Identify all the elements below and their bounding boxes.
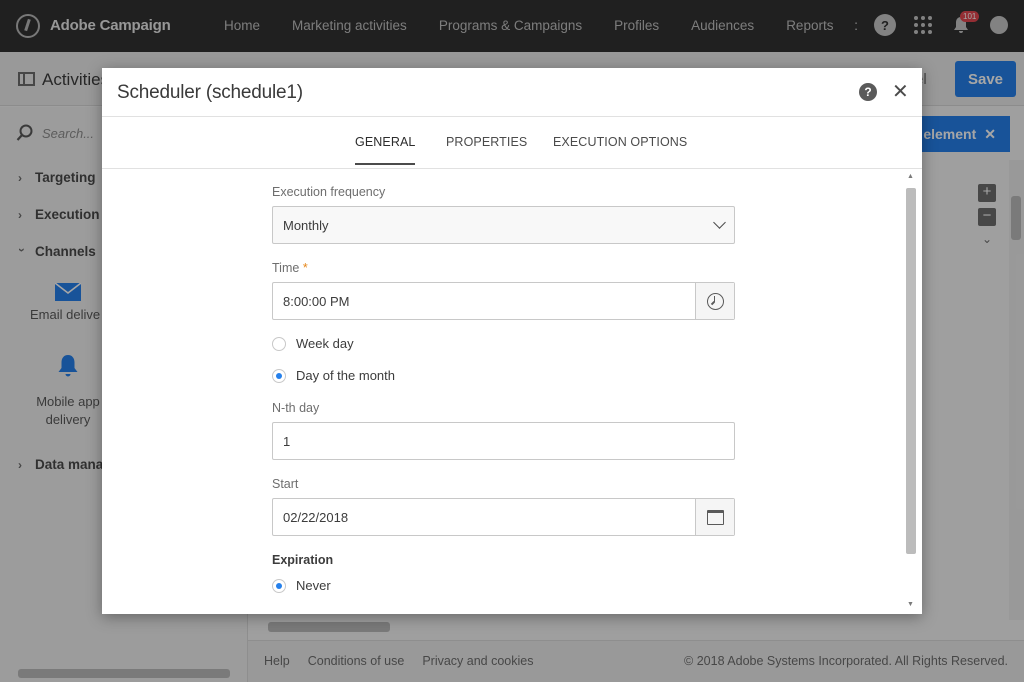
execution-frequency-select[interactable]: Monthly — [272, 206, 735, 244]
scroll-down-icon[interactable]: ▼ — [907, 601, 914, 608]
dialog-title: Scheduler (schedule1) — [117, 82, 303, 103]
start-date-value: 02/22/2018 — [283, 509, 349, 525]
close-icon[interactable]: ✕ — [892, 79, 909, 104]
expiration-heading: Expiration — [272, 553, 334, 567]
radio-button[interactable] — [272, 336, 286, 351]
required-mark: * — [302, 261, 308, 275]
radio-day-of-month[interactable]: Day of the month — [272, 368, 395, 383]
execution-frequency-value: Monthly — [283, 217, 329, 233]
time-value: 8:00:00 PM — [283, 293, 350, 309]
calendar-icon — [706, 509, 724, 525]
start-label: Start — [272, 477, 299, 491]
date-picker-button[interactable] — [695, 499, 734, 535]
dialog-header: Scheduler (schedule1) ? ✕ — [102, 68, 922, 117]
time-picker-button[interactable] — [695, 283, 734, 319]
time-label: Time * — [272, 261, 308, 275]
nth-day-input[interactable]: 1 — [272, 422, 735, 460]
dialog-scrollbar[interactable]: ▲ ▼ — [904, 173, 918, 610]
radio-label: Day of the month — [296, 368, 395, 383]
nth-day-label: N-th day — [272, 401, 320, 415]
radio-label: Never — [296, 578, 331, 593]
nth-day-value: 1 — [283, 433, 291, 449]
scheduler-dialog: Scheduler (schedule1) ? ✕ GENERAL PROPER… — [102, 68, 922, 614]
radio-week-day[interactable]: Week day — [272, 336, 354, 351]
radio-expiration-never[interactable]: Never — [272, 578, 331, 593]
scroll-up-icon[interactable]: ▲ — [907, 173, 914, 180]
radio-label: Week day — [296, 336, 354, 351]
dialog-tabs: GENERAL PROPERTIES EXECUTION OPTIONS — [102, 118, 922, 169]
radio-button[interactable] — [272, 578, 286, 593]
start-date-input[interactable]: 02/22/2018 — [272, 498, 735, 536]
help-icon[interactable]: ? — [859, 83, 877, 101]
scrollbar-thumb[interactable] — [906, 188, 916, 554]
chevron-down-icon — [713, 216, 726, 229]
tab-properties[interactable]: PROPERTIES — [446, 135, 527, 149]
execution-frequency-label: Execution frequency — [272, 185, 386, 199]
radio-button[interactable] — [272, 368, 286, 383]
tab-general[interactable]: GENERAL — [355, 135, 416, 165]
time-input[interactable]: 8:00:00 PM — [272, 282, 735, 320]
tab-execution-options[interactable]: EXECUTION OPTIONS — [553, 135, 687, 149]
time-label-text: Time — [272, 261, 300, 275]
dialog-body: Execution frequency Monthly Time * 8:00:… — [102, 170, 922, 614]
clock-icon — [706, 292, 724, 310]
